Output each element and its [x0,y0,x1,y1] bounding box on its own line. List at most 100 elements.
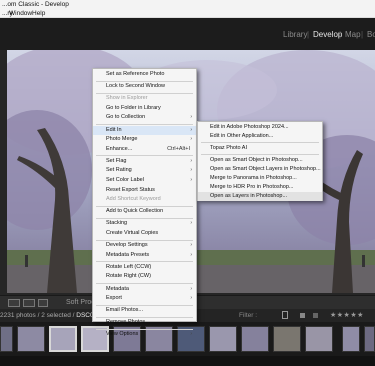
ctx-item-edit-in[interactable]: Edit In › [93,125,196,135]
ctx-item-label: Go to Folder in Library [106,104,161,111]
filmstrip-thumbnail[interactable] [0,326,13,352]
sub-item-label: Open as Smart Object Layers in Photoshop… [210,165,321,172]
ctx-item-metadata[interactable]: Metadata › [93,285,196,294]
sub-item-open-as-smart-object-in-photoshop[interactable]: Open as Smart Object in Photoshop... [198,156,322,165]
chevron-right-icon: › [190,251,192,258]
filmstrip-thumbnail[interactable] [305,326,333,352]
ctx-item-label: Metadata Presets [106,251,150,258]
photo-context-menu: Set as Reference Photo Lock to Second Win… [92,68,197,337]
menu-window[interactable]: Window [9,9,32,18]
ctx-item-label: Remove Photos... [106,319,150,326]
compare-view-icon[interactable] [23,299,35,307]
sub-item-label: Merge to HDR Pro in Photoshop... [210,184,294,191]
sub-item-label: Topaz Photo AI [210,144,247,151]
ctx-item-go-to-folder-in-library[interactable]: Go to Folder in Library [93,104,196,113]
ctx-item-rotate-left-ccw[interactable]: Rotate Left (CCW) [93,263,196,272]
ctx-item-show-in-explorer: Show in Explorer [93,94,196,103]
ctx-item-set-rating[interactable]: Set Rating › [93,166,196,175]
ctx-item-set-as-reference-photo[interactable]: Set as Reference Photo [93,70,196,79]
sub-item-label: Merge to Panorama in Photoshop... [210,175,297,181]
sub-item-label: Open as Layers in Photoshop... [210,193,288,200]
ctx-item-create-virtual-copies[interactable]: Create Virtual Copies [93,229,196,238]
ctx-item-label: Edit In [106,126,122,133]
module-library[interactable]: Library [283,30,307,39]
sub-item-label: Open as Smart Object in Photoshop... [210,156,303,163]
ctx-item-label: Go to Collection [106,114,146,121]
sub-item-topaz-photo-ai[interactable]: Topaz Photo AI [198,144,322,153]
filmstrip-thumbnail[interactable] [342,326,360,352]
ctx-item-label: View Options [106,331,139,338]
shortcut-label: Ctrl+Alt+I [167,145,190,152]
sub-item-edit-in-adobe-photoshop-2024[interactable]: Edit in Adobe Photoshop 2024... [198,123,322,132]
ctx-item-label: Rotate Left (CCW) [106,263,152,270]
chevron-right-icon: › [190,331,192,338]
ctx-item-label: Enhance... [106,145,133,152]
ctx-item-enhance[interactable]: Enhance... Ctrl+Alt+I [93,145,196,154]
ctx-item-metadata-presets[interactable]: Metadata Presets › [93,251,196,260]
ctx-item-export[interactable]: Export › [93,294,196,303]
filter-label: Filter : [239,312,258,319]
edit-in-submenu: Edit in Adobe Photoshop 2024... Edit in O… [197,121,323,202]
ctx-item-label: Set Rating [106,167,132,174]
ctx-item-rotate-right-cw[interactable]: Rotate Right (CW) [93,272,196,281]
ctx-item-label: Email Photos... [106,307,143,314]
sub-item-merge-to-hdr-pro-in-photoshop[interactable]: Merge to HDR Pro in Photoshop... [198,183,322,192]
unflag-filter-icon[interactable] [313,313,318,318]
ctx-item-label: Photo Merge [106,136,138,143]
bottom-edge [0,356,375,366]
ctx-item-lock-to-second-window[interactable]: Lock to Second Window [93,82,196,91]
ctx-item-label: Set Flag [106,157,127,164]
window-title-bar: ...om Classic - Develop [0,0,375,9]
loupe-view-icon[interactable] [8,299,20,307]
ctx-item-set-color-label[interactable]: Set Color Label › [93,176,196,185]
chevron-right-icon: › [190,157,192,164]
reject-filter-icon[interactable] [300,313,305,318]
before-after-icon[interactable] [38,299,48,307]
ctx-item-label: Develop Settings [106,242,148,249]
ctx-item-view-options[interactable]: View Options › [93,330,196,339]
ctx-item-set-flag[interactable]: Set Flag › [93,157,196,166]
window-title: ...om Classic - Develop [2,1,69,8]
ctx-item-label: Stacking [106,220,128,227]
ctx-item-label: Add Shortcut Keyword [106,196,161,203]
ctx-item-label: Lock to Second Window [106,83,166,90]
sub-item-label: Edit in Adobe Photoshop 2024... [210,124,289,130]
flag-filter-icon[interactable] [282,311,288,319]
module-separator: | [361,30,364,39]
filmstrip-thumbnail[interactable] [209,326,237,352]
ctx-item-develop-settings[interactable]: Develop Settings › [93,241,196,250]
ctx-item-reset-export-status[interactable]: Reset Export Status [93,186,196,195]
filmstrip-thumbnail-selected[interactable] [49,326,77,352]
filmstrip-thumbnail[interactable] [17,326,45,352]
ctx-item-go-to-collection[interactable]: Go to Collection › [93,113,196,122]
ctx-item-label: Metadata [106,285,129,292]
module-separator: | [339,30,342,39]
module-develop[interactable]: Develop [313,30,342,39]
menu-help[interactable]: Help [32,9,45,18]
ctx-item-label: Create Virtual Copies [106,230,159,236]
ctx-item-photo-merge[interactable]: Photo Merge › [93,135,196,144]
filmstrip-thumbnail[interactable] [364,326,375,352]
chevron-right-icon: › [190,114,192,121]
app-menubar: ...ry Window Help [0,9,375,18]
sub-item-edit-in-other-application[interactable]: Edit in Other Application... [198,132,322,141]
filmstrip-thumbnail[interactable] [241,326,269,352]
chevron-right-icon: › [190,220,192,227]
sub-item-open-as-smart-object-layers-in-photoshop[interactable]: Open as Smart Object Layers in Photoshop… [198,165,322,174]
sub-item-open-as-layers-in-photoshop[interactable]: Open as Layers in Photoshop... [198,192,322,202]
sub-item-label: Edit in Other Application... [210,133,274,140]
sub-item-merge-to-panorama-in-photoshop[interactable]: Merge to Panorama in Photoshop... [198,174,322,183]
module-separator: | [307,30,310,39]
ctx-item-remove-photos[interactable]: Remove Photos... [93,318,196,327]
ctx-item-add-shortcut-keyword: Add Shortcut Keyword [93,195,196,204]
ctx-item-label: Reset Export Status [106,186,155,193]
ctx-item-label: Set as Reference Photo [106,71,165,77]
ctx-item-email-photos[interactable]: Email Photos... [93,306,196,315]
rating-filter[interactable]: ★★★★★ [330,311,364,319]
module-book[interactable]: Bo [367,30,375,39]
ctx-item-stacking[interactable]: Stacking › [93,219,196,228]
ctx-item-add-to-quick-collection[interactable]: Add to Quick Collection [93,207,196,216]
filmstrip-thumbnail[interactable] [273,326,301,352]
chevron-right-icon: › [190,167,192,174]
module-map[interactable]: Map [345,30,361,39]
